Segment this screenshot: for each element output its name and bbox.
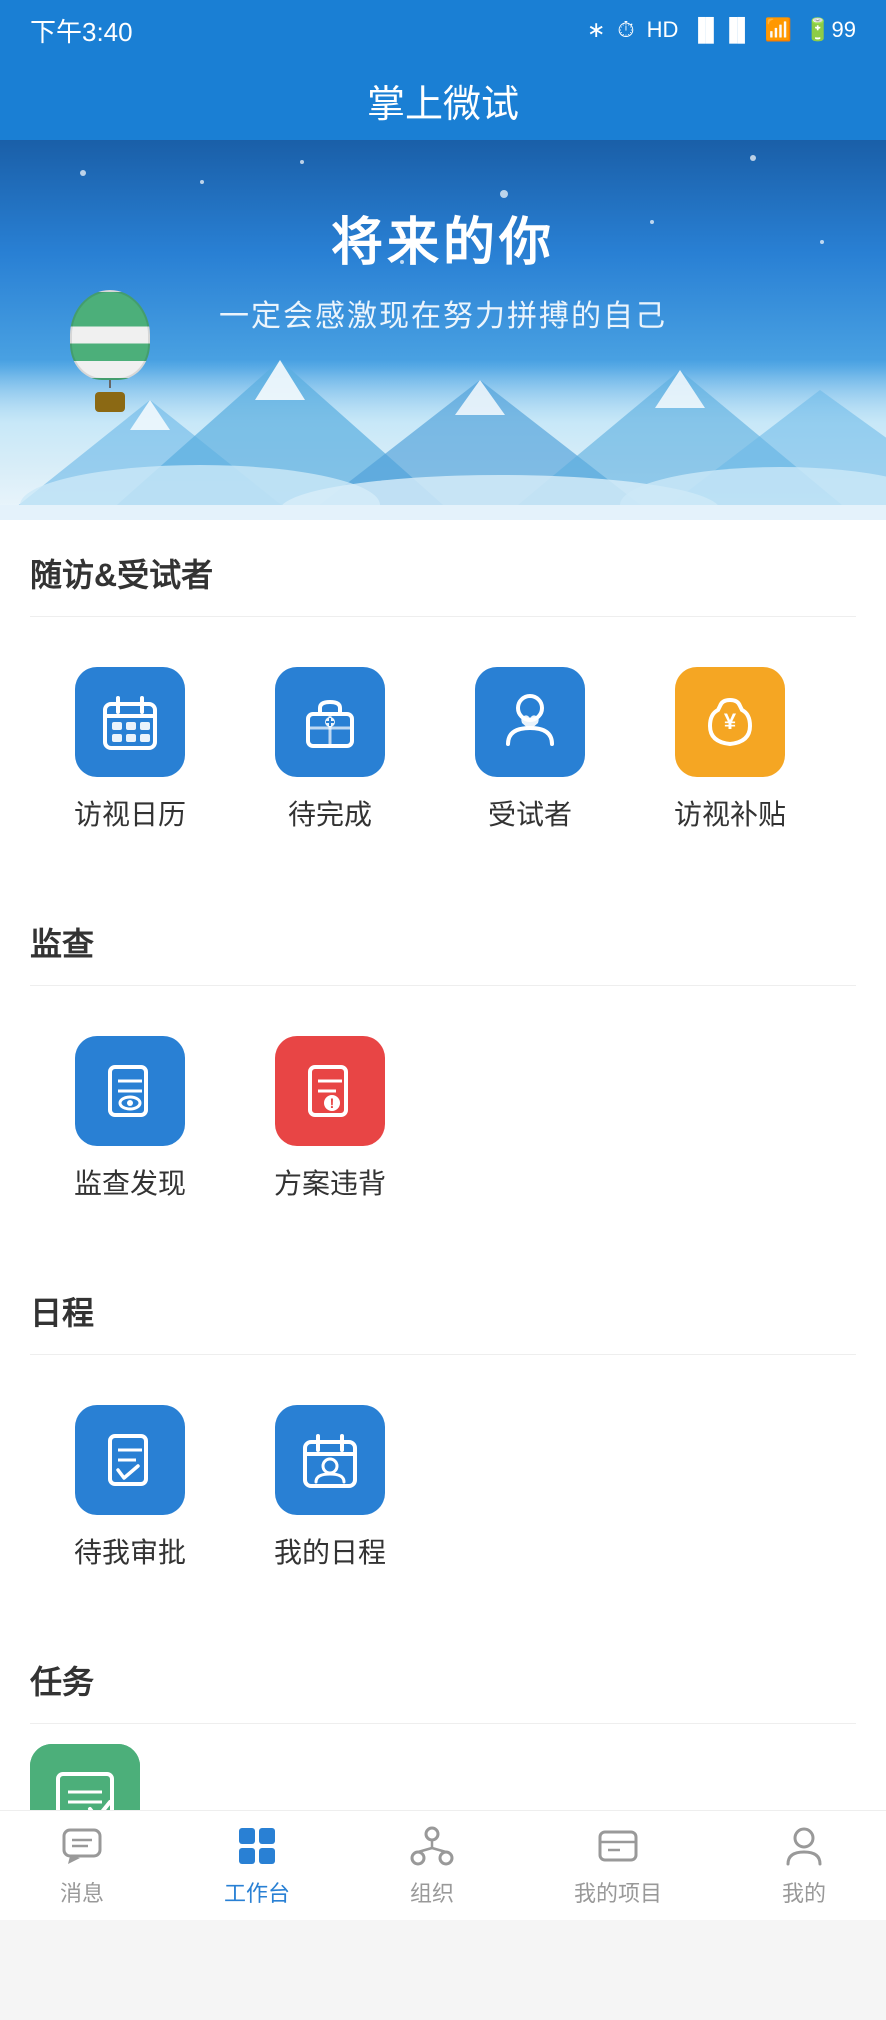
nav-mine-label: 我的 xyxy=(782,1876,826,1908)
schedule-icons-grid: 待我审批 我的日程 xyxy=(0,1375,886,1611)
monitor-section: 监查 监查发现 xyxy=(0,889,886,1242)
balloon-rope xyxy=(109,380,111,388)
signal-icon: ▐▌▐▌ xyxy=(690,17,752,43)
subsidy-label: 访视补贴 xyxy=(674,793,786,833)
balloon-basket xyxy=(95,392,125,412)
subsidy-item[interactable]: ¥ 访视补贴 xyxy=(630,657,830,843)
svg-text:¥: ¥ xyxy=(724,709,737,734)
status-bar: 下午3:40 ∗ ⏱ HD ▐▌▐▌ 📶 🔋99 xyxy=(0,0,886,60)
svg-text:!: ! xyxy=(330,1095,335,1111)
chat-icon xyxy=(60,1824,104,1868)
pending-label: 待完成 xyxy=(288,793,372,833)
pending-approve-icon-box xyxy=(75,1405,185,1515)
protocol-dev-icon-box: ! xyxy=(275,1036,385,1146)
calendar-icon xyxy=(100,692,160,752)
subsidy-icon-box: ¥ xyxy=(675,667,785,777)
monitor-find-item[interactable]: 监查发现 xyxy=(30,1026,230,1212)
balloon-body xyxy=(70,290,150,380)
pending-approve-label: 待我审批 xyxy=(74,1531,186,1571)
subject-label: 受试者 xyxy=(488,793,572,833)
nav-my-projects-label: 我的项目 xyxy=(574,1876,662,1908)
nav-mine[interactable]: 我的 xyxy=(762,1814,846,1918)
main-content: 随访&受试者 xyxy=(0,520,886,1874)
my-schedule-label: 我的日程 xyxy=(274,1531,386,1571)
visit-divider xyxy=(30,616,856,617)
nav-org[interactable]: 组织 xyxy=(390,1814,474,1918)
money-bag-icon: ¥ xyxy=(700,692,760,752)
calendar-person-icon xyxy=(300,1430,360,1490)
nav-my-projects[interactable]: 我的项目 xyxy=(554,1814,682,1918)
schedule-section: 日程 待我审批 xyxy=(0,1258,886,1611)
schedule-section-title: 日程 xyxy=(0,1258,886,1334)
status-icons: ∗ ⏱ HD ▐▌▐▌ 📶 🔋99 xyxy=(587,17,856,43)
tasks-section-title: 任务 xyxy=(0,1627,886,1703)
suitcase-icon xyxy=(300,692,360,752)
visit-calendar-item[interactable]: 访视日历 xyxy=(30,657,230,843)
app-title: 掌上微试 xyxy=(367,73,519,128)
alarm-icon: ⏱ xyxy=(617,17,634,43)
doc-check-icon xyxy=(100,1430,160,1490)
grid-icon xyxy=(235,1824,279,1868)
pending-approve-item[interactable]: 待我审批 xyxy=(30,1395,230,1581)
status-time: 下午3:40 xyxy=(30,12,133,49)
my-schedule-item[interactable]: 我的日程 xyxy=(230,1395,430,1581)
monitor-icons-grid: 监查发现 ! 方案违背 xyxy=(0,1006,886,1242)
visit-icons-grid: 访视日历 待完成 xyxy=(0,637,886,873)
wifi-icon: 📶 xyxy=(765,17,792,43)
nav-workbench[interactable]: 工作台 xyxy=(204,1814,310,1918)
monitor-find-icon-box xyxy=(75,1036,185,1146)
card-icon xyxy=(596,1824,640,1868)
nav-workbench-label: 工作台 xyxy=(224,1876,290,1908)
person-icon xyxy=(782,1824,826,1868)
schedule-divider xyxy=(30,1354,856,1355)
tasks-divider xyxy=(30,1723,856,1724)
protocol-dev-item[interactable]: ! 方案违背 xyxy=(230,1026,430,1212)
person-heart-icon xyxy=(500,692,560,752)
protocol-dev-label: 方案违背 xyxy=(274,1162,386,1202)
banner-title: 将来的你 xyxy=(331,200,555,275)
nav-org-label: 组织 xyxy=(410,1876,454,1908)
nav-messages-label: 消息 xyxy=(60,1876,104,1908)
bluetooth-icon: ∗ xyxy=(587,17,605,43)
visit-section-title: 随访&受试者 xyxy=(0,520,886,596)
battery-icon: 🔋99 xyxy=(804,17,856,43)
org-icon xyxy=(410,1824,454,1868)
my-schedule-icon-box xyxy=(275,1405,385,1515)
nav-messages[interactable]: 消息 xyxy=(40,1814,124,1918)
hot-air-balloon xyxy=(60,290,160,420)
doc-warning-icon: ! xyxy=(300,1061,360,1121)
subject-item[interactable]: 受试者 xyxy=(430,657,630,843)
visit-calendar-icon-box xyxy=(75,667,185,777)
subject-icon-box xyxy=(475,667,585,777)
bottom-nav: 消息 工作台 组织 我的项目 xyxy=(0,1810,886,1920)
app-header: 掌上微试 xyxy=(0,60,886,140)
pending-item[interactable]: 待完成 xyxy=(230,657,430,843)
monitor-divider xyxy=(30,985,856,986)
monitor-find-label: 监查发现 xyxy=(74,1162,186,1202)
doc-eye-icon xyxy=(100,1061,160,1121)
banner: 将来的你 一定会感激现在努力拼搏的自己 xyxy=(0,140,886,520)
visit-section: 随访&受试者 xyxy=(0,520,886,873)
visit-calendar-label: 访视日历 xyxy=(74,793,186,833)
hd-icon: HD xyxy=(647,17,679,43)
monitor-section-title: 监查 xyxy=(0,889,886,965)
pending-icon-box xyxy=(275,667,385,777)
